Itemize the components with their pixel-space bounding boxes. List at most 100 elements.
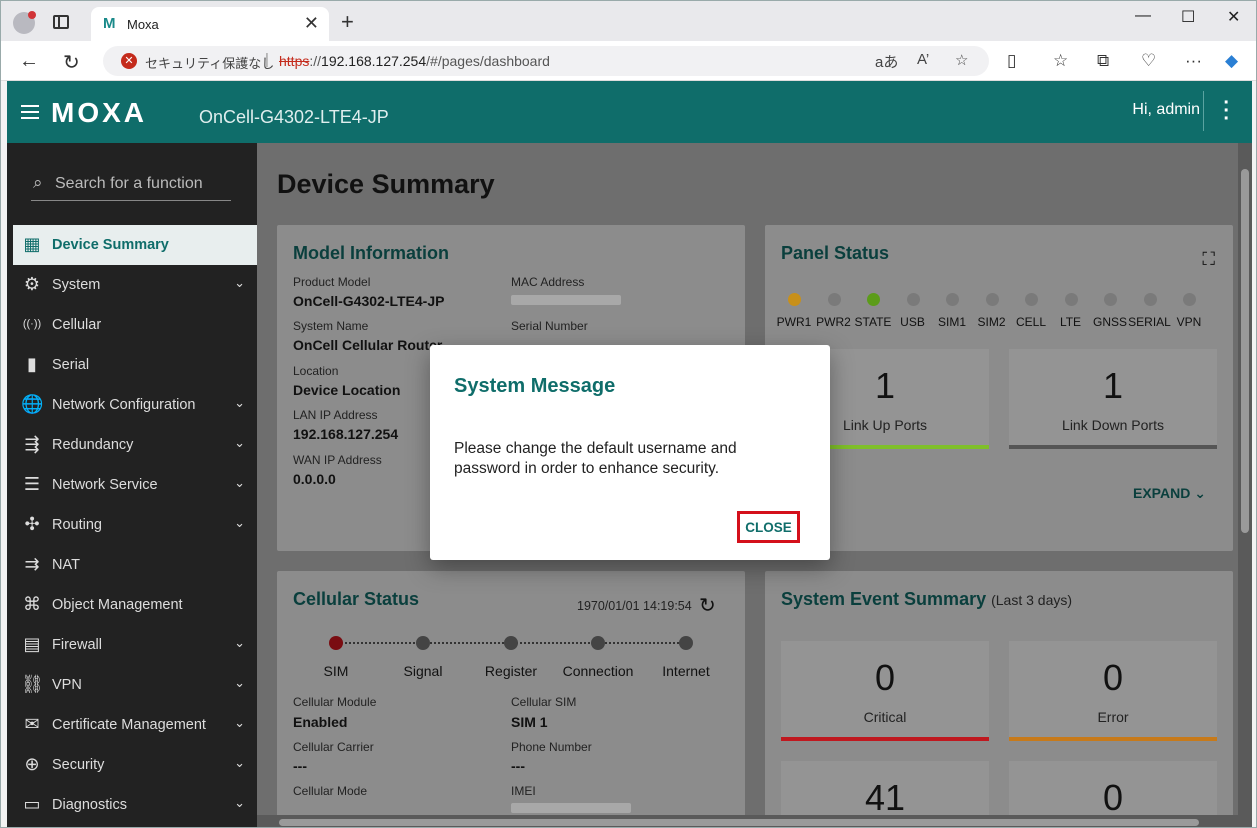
collections-icon[interactable]: ⧉ xyxy=(1097,51,1109,71)
not-secure-icon[interactable]: ✕ xyxy=(121,53,137,69)
card-title: Model Information xyxy=(293,243,449,263)
led-indicator xyxy=(1064,293,1078,306)
sidebar-item-security[interactable]: ⊕ Security ⌄ xyxy=(13,745,257,785)
error-bar xyxy=(1009,737,1217,741)
sidebar-item-diagnostics[interactable]: ▭ Diagnostics ⌄ xyxy=(13,785,257,825)
chevron-down-icon[interactable]: ⌄ xyxy=(234,635,245,651)
url-host: 192.168.127.254 xyxy=(321,53,427,69)
field-label: Location xyxy=(293,364,339,378)
led-label: USB xyxy=(900,315,925,329)
progress-step-dot xyxy=(504,636,518,650)
browser-window: M Moxa ✕ + — ☐ ✕ ← ↻ ✕ セキュリティ保護なし | http… xyxy=(0,0,1257,828)
sidebar-item-cellular[interactable]: ((·)) Cellular xyxy=(13,305,257,345)
chevron-down-icon[interactable]: ⌄ xyxy=(234,715,245,731)
nat-icon: ⇉ xyxy=(24,554,40,574)
phone-number-value: --- xyxy=(511,758,525,774)
favorite-star-icon[interactable]: ☆ xyxy=(955,51,968,69)
vertical-scrollbar[interactable] xyxy=(1238,143,1252,827)
sidebar-item-redundancy[interactable]: ⇶ Redundancy ⌄ xyxy=(13,425,257,465)
link-down-bar xyxy=(1009,445,1217,449)
copilot-icon[interactable]: ◆ xyxy=(1225,51,1238,71)
close-button[interactable]: CLOSE xyxy=(737,511,800,543)
system-message-dialog: System Message Please change the default… xyxy=(430,345,830,560)
back-icon[interactable]: ← xyxy=(19,50,39,73)
error-stat[interactable]: 0 Error xyxy=(1009,641,1217,741)
sidebar-item-certificate-management[interactable]: ✉ Certificate Management ⌄ xyxy=(13,705,257,745)
progress-connector xyxy=(511,642,598,644)
minimize-icon[interactable]: — xyxy=(1135,7,1151,25)
sidebar-item-routing[interactable]: ✣ Routing ⌄ xyxy=(13,505,257,545)
read-aloud-icon[interactable]: A’ xyxy=(917,51,929,68)
chevron-down-icon[interactable]: ⌄ xyxy=(234,435,245,451)
reader-mode-icon[interactable]: aあ xyxy=(875,51,898,72)
favorites-icon[interactable]: ☆ xyxy=(1053,51,1068,71)
sidebar-item-serial[interactable]: ▮ Serial xyxy=(13,345,257,385)
chevron-down-icon[interactable]: ⌄ xyxy=(234,675,245,691)
led-indicator xyxy=(1025,293,1038,306)
chevron-down-icon[interactable]: ⌄ xyxy=(234,515,245,531)
progress-step-label: Signal xyxy=(403,663,443,679)
critical-stat[interactable]: 0 Critical xyxy=(781,641,989,741)
search-input[interactable]: Search for a function xyxy=(55,175,203,193)
antenna-icon: ((·)) xyxy=(22,318,42,330)
sidebar-item-nat[interactable]: ⇉ NAT xyxy=(13,545,257,585)
address-bar[interactable]: ✕ セキュリティ保護なし | https://192.168.127.254/#… xyxy=(103,46,989,76)
maximize-icon[interactable]: ☐ xyxy=(1181,7,1195,27)
scrollbar-thumb[interactable] xyxy=(279,819,1199,826)
browser-tab[interactable]: M Moxa ✕ xyxy=(91,7,329,41)
sidebar-item-device-summary[interactable]: ▦ Device Summary xyxy=(13,225,257,265)
progress-step-dot xyxy=(329,636,343,650)
url-scheme: https xyxy=(279,53,310,69)
expand-label: EXPAND xyxy=(1133,485,1191,501)
expand-button[interactable]: EXPAND ⌄ xyxy=(1133,485,1206,502)
field-label: Product Model xyxy=(293,275,371,289)
sidebar-item-label: Serial xyxy=(52,357,90,373)
sidebar-item-network-configuration[interactable]: 🌐 Network Configuration ⌄ xyxy=(13,385,257,425)
led-label: PWR1 xyxy=(776,315,812,329)
fullscreen-icon[interactable]: ⛶ xyxy=(1202,249,1215,270)
sidebar-item-label: NAT xyxy=(52,557,80,573)
sidebar-item-object-management[interactable]: ⌘ Object Management xyxy=(13,585,257,625)
close-window-icon[interactable]: ✕ xyxy=(1227,7,1240,27)
chevron-down-icon[interactable]: ⌄ xyxy=(234,795,245,811)
split-screen-icon[interactable]: ▯ xyxy=(1007,51,1016,71)
fourth-count: 0 xyxy=(1102,777,1124,818)
critical-count: 0 xyxy=(874,657,896,698)
browser-essentials-icon[interactable]: ♡ xyxy=(1141,51,1156,71)
sidebar-item-firewall[interactable]: ▤ Firewall ⌄ xyxy=(13,625,257,665)
profile-avatar-icon[interactable] xyxy=(13,11,36,34)
chevron-down-icon[interactable]: ⌄ xyxy=(234,395,245,411)
field-label: Cellular Carrier xyxy=(293,740,374,754)
new-tab-icon[interactable]: + xyxy=(341,9,354,35)
led-indicator xyxy=(867,293,880,306)
chevron-down-icon[interactable]: ⌄ xyxy=(234,755,245,771)
panel-status-card: Panel Status ⛶ PWR1 PWR2 STATE USB SIM1 SIM2 C… xyxy=(765,225,1233,551)
refresh-icon[interactable]: ↻ xyxy=(699,593,716,618)
kebab-menu-icon[interactable]: · · · xyxy=(1223,93,1230,129)
close-tab-icon[interactable]: ✕ xyxy=(304,13,319,34)
horizontal-scrollbar[interactable] xyxy=(257,815,1252,827)
hamburger-menu-icon[interactable] xyxy=(21,105,39,119)
server-icon: ☰ xyxy=(23,474,41,494)
tab-actions-icon[interactable] xyxy=(53,15,69,29)
refresh-icon[interactable]: ↻ xyxy=(63,50,80,75)
more-menu-icon[interactable]: ··· xyxy=(1185,51,1202,71)
field-label: Cellular SIM xyxy=(511,695,577,709)
security-icon: ⊕ xyxy=(24,754,40,774)
led-label: CELL xyxy=(1015,315,1047,329)
security-status[interactable]: セキュリティ保護なし xyxy=(145,53,274,72)
chevron-down-icon[interactable]: ⌄ xyxy=(234,275,245,291)
vpn-icon: ⛓ xyxy=(21,674,44,694)
scrollbar-thumb[interactable] xyxy=(1241,169,1249,533)
function-search[interactable]: ⌕ Search for a function xyxy=(31,169,231,201)
cellular-module-value: Enabled xyxy=(293,714,348,730)
sidebar-item-label: Certificate Management xyxy=(52,717,206,733)
sidebar-item-system[interactable]: ⚙ System ⌄ xyxy=(13,265,257,305)
sidebar-item-vpn[interactable]: ⛓ VPN ⌄ xyxy=(13,665,257,705)
url-text[interactable]: https://192.168.127.254/#/pages/dashboar… xyxy=(279,53,550,69)
chevron-down-icon[interactable]: ⌄ xyxy=(234,475,245,491)
dashboard-icon: ▦ xyxy=(23,234,41,254)
led-label: GNSS xyxy=(1092,315,1127,329)
lan-ip-value: 192.168.127.254 xyxy=(293,426,399,442)
sidebar-item-network-service[interactable]: ☰ Network Service ⌄ xyxy=(13,465,257,505)
